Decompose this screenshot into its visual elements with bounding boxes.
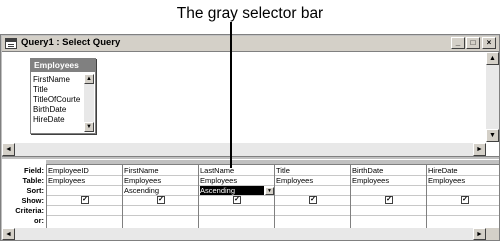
window-title: Query1 : Select Query	[21, 37, 121, 48]
sort-cell[interactable]: Ascending	[124, 186, 159, 195]
show-checkbox[interactable]: ✓	[309, 196, 317, 204]
minimize-button[interactable]: _	[451, 37, 465, 49]
row-label-show: Show:	[21, 196, 45, 205]
table-cell[interactable]: Employees	[352, 176, 389, 185]
row-label-criteria: Criteria:	[15, 206, 44, 215]
grid-column-title[interactable]: Title Employees ✓	[274, 165, 350, 228]
scroll-down-icon[interactable]: ▼	[84, 122, 94, 132]
callout-text: The gray selector bar	[176, 5, 324, 22]
scroll-down-icon[interactable]: ▼	[486, 129, 499, 142]
field-cell[interactable]: Title	[276, 166, 290, 175]
sort-cell-selected[interactable]: Ascending	[200, 186, 264, 195]
grid-column-birthdate[interactable]: BirthDate Employees ✓	[350, 165, 426, 228]
row-label-table: Table:	[22, 176, 44, 185]
field-cell[interactable]: BirthDate	[352, 166, 383, 175]
callout: The gray selector bar	[0, 0, 500, 34]
field-cell[interactable]: FirstName	[124, 166, 159, 175]
field-list-item[interactable]: FirstName	[33, 75, 84, 85]
show-checkbox[interactable]: ✓	[157, 196, 165, 204]
query-window: Query1 : Select Query _ □ × Employees Fi…	[0, 34, 500, 241]
show-checkbox[interactable]: ✓	[385, 196, 393, 204]
table-cell[interactable]: Employees	[200, 176, 237, 185]
table-pane: Employees FirstName Title TitleOfCourte …	[2, 52, 499, 156]
design-grid: Field: Table: Sort: Show: Criteria: or: …	[2, 160, 499, 240]
grid-horizontal-scrollbar[interactable]: ◄ ►	[2, 228, 486, 240]
scroll-left-icon[interactable]: ◄	[2, 143, 15, 156]
grid-column-firstname[interactable]: FirstName Employees Ascending ✓	[122, 165, 198, 228]
title-bar[interactable]: Query1 : Select Query _ □ ×	[2, 36, 499, 52]
row-label-field: Field:	[24, 166, 44, 175]
field-list: FirstName Title TitleOfCourte BirthDate …	[33, 75, 84, 125]
field-list-item[interactable]: Title	[33, 85, 84, 95]
row-label-sort: Sort:	[26, 186, 45, 195]
scroll-right-icon[interactable]: ►	[473, 228, 486, 240]
scroll-up-icon[interactable]: ▲	[84, 74, 94, 84]
table-cell[interactable]: Employees	[48, 176, 85, 185]
field-cell[interactable]: EmployeeID	[48, 166, 89, 175]
callout-pointer-line	[230, 22, 232, 168]
size-grip[interactable]	[486, 228, 499, 240]
table-cell[interactable]: Employees	[428, 176, 465, 185]
field-list-scrollbar[interactable]: ▲ ▼	[84, 74, 94, 132]
field-list-title[interactable]: Employees	[31, 59, 95, 72]
row-labels: Field: Table: Sort: Show: Criteria: or:	[2, 160, 46, 228]
field-list-item[interactable]: TitleOfCourte	[33, 95, 84, 105]
table-cell[interactable]: Employees	[124, 176, 161, 185]
table-cell[interactable]: Employees	[276, 176, 313, 185]
field-list-item[interactable]: HireDate	[33, 115, 84, 125]
row-label-or: or:	[34, 216, 44, 225]
field-cell[interactable]: HireDate	[428, 166, 458, 175]
field-list-employees[interactable]: Employees FirstName Title TitleOfCourte …	[30, 58, 96, 134]
close-button[interactable]: ×	[482, 37, 496, 49]
query-window-icon	[5, 38, 17, 49]
show-checkbox[interactable]: ✓	[461, 196, 469, 204]
grid-column-hiredate[interactable]: HireDate Employees ✓	[426, 165, 499, 228]
table-pane-vertical-scrollbar[interactable]: ▲ ▼	[486, 52, 499, 142]
show-checkbox[interactable]: ✓	[81, 196, 89, 204]
grid-column-lastname[interactable]: LastName Employees Ascending ▼ ✓	[198, 165, 274, 228]
grid-column-employeeid[interactable]: EmployeeID Employees ✓	[46, 165, 122, 228]
restore-button[interactable]: □	[466, 37, 480, 49]
dropdown-arrow-icon[interactable]: ▼	[265, 187, 274, 195]
field-list-item[interactable]: BirthDate	[33, 105, 84, 115]
show-checkbox[interactable]: ✓	[233, 196, 241, 204]
scroll-left-icon[interactable]: ◄	[2, 228, 15, 240]
scroll-right-icon[interactable]: ►	[473, 143, 486, 156]
table-pane-horizontal-scrollbar[interactable]: ◄ ►	[2, 143, 486, 156]
scroll-up-icon[interactable]: ▲	[486, 52, 499, 65]
